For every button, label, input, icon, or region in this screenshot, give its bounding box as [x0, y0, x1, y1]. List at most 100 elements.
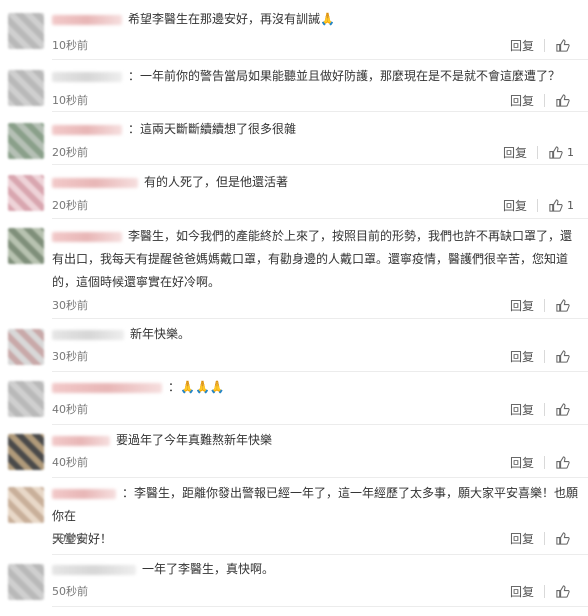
reply-button[interactable]: 回复 — [510, 348, 534, 365]
avatar[interactable] — [8, 13, 44, 49]
comment-text: 一年了李醫生，真快啊。 — [52, 558, 578, 581]
timestamp: 30秒前 — [52, 350, 88, 363]
comment-divider — [52, 371, 588, 372]
comment-actions: 回复 — [510, 37, 574, 54]
reply-button[interactable]: 回复 — [510, 92, 534, 109]
comment-text: 有的人死了，但是他還活著 — [52, 171, 578, 194]
username-blurred[interactable] — [52, 177, 138, 188]
username-blurred[interactable] — [52, 564, 136, 575]
username-blurred[interactable] — [52, 71, 122, 82]
avatar[interactable] — [8, 487, 44, 523]
like-button[interactable] — [555, 298, 574, 313]
comment-actions: 回复 1 — [503, 144, 574, 161]
comment-actions: 回复 — [510, 583, 574, 600]
username-blurred[interactable] — [52, 382, 162, 393]
avatar[interactable] — [8, 434, 44, 470]
reply-button[interactable]: 回复 — [510, 583, 534, 600]
reply-button[interactable]: 回复 — [510, 454, 534, 471]
like-count: 1 — [567, 199, 574, 212]
thumbs-up-icon — [556, 585, 570, 598]
avatar[interactable] — [8, 381, 44, 417]
like-button[interactable] — [555, 38, 574, 53]
reply-button[interactable]: 回复 — [510, 297, 534, 314]
divider — [537, 199, 538, 212]
like-button[interactable]: 1 — [548, 198, 574, 213]
divider — [544, 94, 545, 107]
timestamp: 10秒前 — [52, 94, 88, 107]
avatar[interactable] — [8, 175, 44, 211]
comment-actions: 回复 — [510, 92, 574, 109]
comment-actions: 回复 — [510, 454, 574, 471]
divider — [544, 299, 545, 312]
thumbs-up-icon — [556, 350, 570, 363]
thumbs-up-icon — [556, 299, 570, 312]
divider — [544, 350, 545, 363]
comment-text: ：🙏🙏🙏 — [52, 376, 578, 399]
thumbs-up-icon — [549, 146, 563, 159]
comment-actions: 回复 — [510, 401, 574, 418]
thumbs-up-icon — [556, 532, 570, 545]
avatar[interactable] — [8, 70, 44, 106]
comment-divider — [52, 111, 588, 112]
reply-button[interactable]: 回复 — [510, 530, 534, 547]
comment-text: ：一年前你的警告當局如果能聽並且做好防護，那麼現在是不是就不會這麼遭了？ — [52, 65, 578, 88]
divider — [537, 146, 538, 159]
comment-divider — [52, 554, 588, 555]
username-blurred[interactable] — [52, 488, 116, 499]
divider — [544, 403, 545, 416]
comment-text: 希望李醫生在那邊安好，再沒有訓誡🙏 — [52, 8, 578, 31]
comment-divider — [52, 164, 588, 165]
comment-actions: 回复 — [510, 348, 574, 365]
like-button[interactable] — [555, 93, 574, 108]
like-button[interactable] — [555, 349, 574, 364]
comment-actions: 回复 1 — [503, 197, 574, 214]
timestamp: 20秒前 — [52, 146, 88, 159]
comment-actions: 回复 — [510, 530, 574, 547]
timestamp: 20秒前 — [52, 199, 88, 212]
comment-text: 要過年了今年真難熬新年快樂 — [52, 429, 578, 452]
comment-divider — [52, 424, 588, 425]
avatar[interactable] — [8, 564, 44, 600]
timestamp: 50秒前 — [52, 585, 88, 598]
thumbs-up-icon — [556, 39, 570, 52]
thumbs-up-icon — [549, 199, 563, 212]
timestamp: 40秒前 — [52, 456, 88, 469]
comment-text: 新年快樂。 — [52, 323, 578, 346]
divider — [544, 39, 545, 52]
comment-actions: 回复 — [510, 297, 574, 314]
divider — [544, 532, 545, 545]
like-count: 1 — [567, 146, 574, 159]
divider — [544, 585, 545, 598]
divider — [544, 456, 545, 469]
thumbs-up-icon — [556, 403, 570, 416]
username-blurred[interactable] — [52, 124, 122, 135]
reply-button[interactable]: 回复 — [510, 37, 534, 54]
username-blurred[interactable] — [52, 435, 110, 446]
timestamp: 40秒前 — [52, 403, 88, 416]
comment-divider — [52, 477, 588, 478]
comment-text: ：李醫生，距離你發出警報已經一年了，這一年經歷了太多事，願大家平安喜樂！也願你在… — [52, 486, 579, 546]
comment-text: 李醫生，如今我們的產能終於上來了，按照目前的形勢，我們也許不再缺口罩了，還 有出… — [52, 229, 573, 289]
username-blurred[interactable] — [52, 14, 122, 25]
comment-divider — [52, 606, 588, 607]
avatar[interactable] — [8, 329, 44, 365]
reply-button[interactable]: 回复 — [503, 197, 527, 214]
avatar[interactable] — [8, 228, 44, 264]
username-blurred[interactable] — [52, 231, 122, 242]
like-button[interactable] — [555, 531, 574, 546]
avatar[interactable] — [8, 123, 44, 159]
comment-divider — [52, 218, 588, 219]
like-button[interactable] — [555, 402, 574, 417]
like-button[interactable]: 1 — [548, 145, 574, 160]
username-blurred[interactable] — [52, 329, 124, 340]
comment-divider — [52, 59, 588, 60]
reply-button[interactable]: 回复 — [503, 144, 527, 161]
like-button[interactable] — [555, 455, 574, 470]
comment-divider — [52, 318, 588, 319]
thumbs-up-icon — [556, 456, 570, 469]
thumbs-up-icon — [556, 94, 570, 107]
timestamp: 50秒前 — [52, 532, 88, 545]
timestamp: 10秒前 — [52, 39, 88, 52]
like-button[interactable] — [555, 584, 574, 599]
reply-button[interactable]: 回复 — [510, 401, 534, 418]
